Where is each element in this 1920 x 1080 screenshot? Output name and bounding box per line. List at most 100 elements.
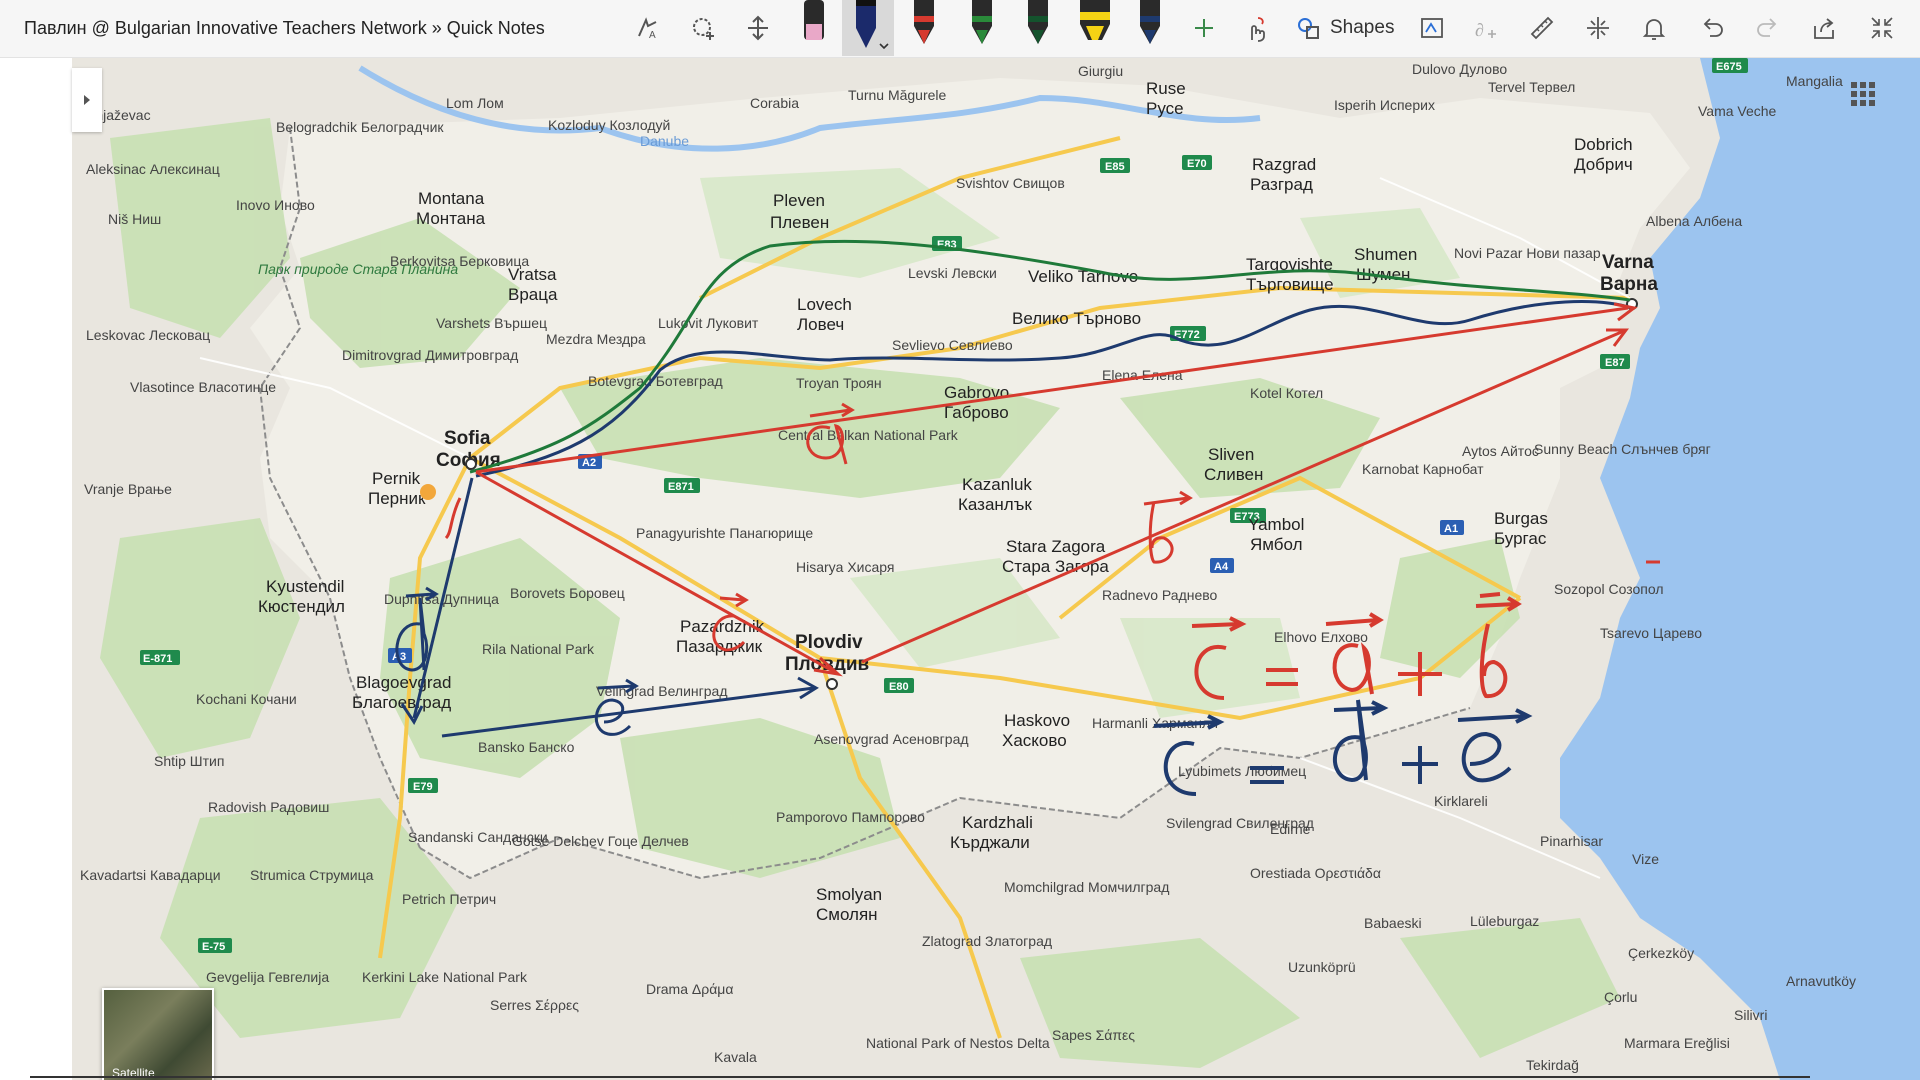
city-sofia: Sofia (444, 428, 491, 449)
city-haskovo: Haskovo (1004, 711, 1070, 730)
pen-darkblue-icon[interactable] (1130, 0, 1170, 56)
svg-text:Panagyurishte Панагюрище: Panagyurishte Панагюрище (636, 525, 813, 541)
undo-icon[interactable] (1692, 0, 1732, 56)
road-badge-e85: E85 (1100, 158, 1130, 173)
svg-text:Kochani Кочани: Kochani Кочани (196, 691, 297, 707)
city-plovdiv: Plovdiv (795, 632, 863, 653)
svg-text:Vranje Врање: Vranje Врање (84, 481, 172, 497)
svg-text:Монтана: Монтана (416, 209, 486, 228)
svg-text:Парк природе Стара Планина: Парк природе Стара Планина (258, 261, 458, 277)
svg-text:E79: E79 (413, 781, 433, 793)
svg-text:Dulovo Дулово: Dulovo Дулово (1412, 61, 1507, 77)
pen-darkgreen-icon[interactable] (1018, 0, 1058, 56)
redo-icon[interactable] (1748, 0, 1788, 56)
city-pernik: Pernik (372, 469, 421, 488)
ink-to-text-icon[interactable] (1412, 0, 1452, 56)
svg-text:Çorlu: Çorlu (1604, 989, 1637, 1005)
svg-text:Strumica Струмица: Strumica Струмица (250, 867, 374, 883)
city-kyustendil: Kyustendil (266, 577, 344, 596)
city-kazanluk: Kazanluk (962, 475, 1032, 494)
svg-text:Leskovac Лесковац: Leskovac Лесковац (86, 327, 210, 343)
svg-text:Хасково: Хасково (1002, 731, 1067, 750)
bell-icon[interactable] (1634, 0, 1674, 56)
svg-text:Търговище: Търговище (1246, 275, 1334, 294)
svg-text:Добрич: Добрич (1574, 155, 1633, 174)
svg-text:Radovish Радовиш: Radovish Радовиш (208, 799, 329, 815)
collapse-icon[interactable] (1862, 0, 1902, 56)
math-convert-icon[interactable] (1578, 0, 1618, 56)
road-badge-e87: E87 (1600, 354, 1630, 369)
city-smolyan: Smolyan (816, 885, 882, 904)
svg-text:Turnu Măgurele: Turnu Măgurele (848, 87, 947, 103)
pen-green-icon[interactable] (962, 0, 1002, 56)
svg-text:Çerkezköy: Çerkezköy (1628, 945, 1694, 961)
svg-text:Велико Търново: Велико Търново (1012, 309, 1141, 328)
highlighter-pink-icon[interactable] (794, 0, 834, 56)
ruler-icon[interactable] (1522, 0, 1562, 56)
road-badge-e871: E871 (664, 478, 700, 493)
add-space-icon[interactable] (738, 0, 778, 56)
share-icon[interactable] (1804, 0, 1844, 56)
svg-text:Ямбол: Ямбол (1250, 535, 1303, 554)
shapes-label: Shapes (1330, 17, 1395, 38)
ink-to-shape-icon[interactable]: Shapes (1296, 0, 1394, 56)
svg-text:Mangalia: Mangalia (1786, 73, 1843, 89)
math-icon[interactable]: ∂ (1466, 0, 1506, 56)
road-badge-e79: E79 (408, 778, 438, 793)
svg-text:Lukovit Луковит: Lukovit Луковит (658, 315, 759, 331)
highlighter-yellow-icon[interactable] (1072, 0, 1118, 56)
svg-text:Русе: Русе (1146, 99, 1184, 118)
svg-text:National Park of Nestos Delta: National Park of Nestos Delta (866, 1035, 1050, 1051)
svg-text:Vlasotince Власотинце: Vlasotince Власотинце (130, 379, 276, 395)
satellite-layer-button[interactable]: Satellite (102, 988, 214, 1080)
svg-text:Albena Албена: Albena Албена (1646, 213, 1742, 229)
svg-text:E871: E871 (668, 481, 694, 493)
svg-text:A: A (649, 30, 656, 41)
svg-text:Silivri: Silivri (1734, 1007, 1767, 1023)
city-montana: Montana (418, 189, 485, 208)
svg-text:Кюстендил: Кюстендил (258, 597, 345, 616)
svg-text:A2: A2 (582, 457, 596, 469)
road-badge-e80: E80 (884, 678, 914, 693)
road-badge-a1: A1 (1440, 520, 1464, 535)
svg-text:E87: E87 (1605, 357, 1625, 369)
svg-text:Смолян: Смолян (816, 905, 878, 924)
svg-text:Radnevo Раднево: Radnevo Раднево (1102, 587, 1218, 603)
lasso-add-icon[interactable] (684, 0, 724, 56)
svg-text:Aleksinac Алексинац: Aleksinac Алексинац (86, 161, 220, 177)
page-title: Павлин @ Bulgarian Innovative Teachers N… (24, 18, 545, 38)
svg-text:Asenovgrad Асеновград: Asenovgrad Асеновград (814, 731, 969, 747)
svg-text:E70: E70 (1187, 158, 1207, 170)
city-kardzhali: Kardzhali (962, 813, 1033, 832)
lasso-select-icon[interactable]: A (628, 0, 668, 56)
svg-text:Vize: Vize (1632, 851, 1659, 867)
sidebar-toggle-button[interactable] (72, 68, 102, 132)
note-canvas[interactable]: E85 E70 E83 E772 E87 E79 E871 E80 E773 A… (0, 58, 1920, 1080)
svg-text:A4: A4 (1214, 561, 1229, 573)
apps-grid-icon[interactable] (1845, 76, 1881, 112)
svg-text:Vama Veche: Vama Veche (1698, 103, 1777, 119)
svg-text:Кърджали: Кърджали (950, 833, 1030, 852)
city-gabrovo: Gabrovo (944, 383, 1009, 402)
svg-text:Serres Σέρρες: Serres Σέρρες (490, 997, 579, 1013)
svg-text:Orestiada Ορεστιάδα: Orestiada Ορεστιάδα (1250, 865, 1381, 881)
svg-text:Edirne: Edirne (1270, 821, 1311, 837)
svg-text:Isperih Исперих: Isperih Исперих (1334, 97, 1435, 113)
svg-text:Inovo Иново: Inovo Иново (236, 197, 315, 213)
svg-text:∂: ∂ (1475, 20, 1484, 40)
add-pen-icon[interactable] (1186, 0, 1222, 56)
svg-text:Marmara Ereğlisi: Marmara Ereğlisi (1624, 1035, 1730, 1051)
city-dobrich: Dobrich (1574, 135, 1633, 154)
touch-draw-icon[interactable] (1236, 0, 1276, 56)
svg-text:Karnobat Карнобат: Karnobat Карнобат (1362, 461, 1484, 477)
svg-text:Tekirdağ: Tekirdağ (1526, 1057, 1579, 1073)
pen-navy-selected-icon[interactable] (842, 0, 894, 56)
city-shumen: Shumen (1354, 245, 1417, 264)
road-badge-e871b: E-871 (140, 650, 180, 665)
pen-red-icon[interactable] (904, 0, 944, 56)
svg-text:Lyubimets Любимец: Lyubimets Любимец (1178, 763, 1306, 779)
city-ruse: Ruse (1146, 79, 1186, 98)
map-image: E85 E70 E83 E772 E87 E79 E871 E80 E773 A… (72, 58, 1920, 1080)
svg-text:Troyan Троян: Troyan Троян (796, 375, 882, 391)
city-lovech: Lovech (797, 295, 852, 314)
